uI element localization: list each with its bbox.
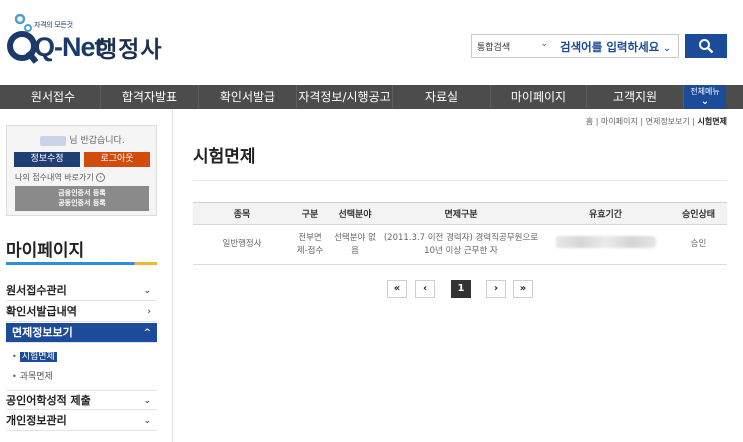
cell-category: 전부면제-접수 bbox=[291, 224, 329, 265]
logo-tagline: 자격의 모든것 bbox=[34, 21, 73, 29]
prev-page-button[interactable]: ‹ bbox=[415, 280, 435, 298]
column-header: 구분 bbox=[291, 202, 329, 225]
global-nav: 원서접수 합격자발표 확인서발급 자격정보/시행공고 자료실 마이페이지 고객지… bbox=[0, 85, 743, 109]
page-button-current[interactable]: 1 bbox=[451, 280, 471, 298]
table-header-row: 종목 구분 선택분야 면제구분 유효기간 승인상태 bbox=[193, 202, 727, 225]
chevron-down-icon: ⌄ bbox=[143, 416, 151, 426]
chevron-down-icon: ⌄ bbox=[663, 44, 671, 54]
search-placeholder: 검색어를 입력하세요 bbox=[560, 40, 660, 54]
page-title: 시험면제 bbox=[193, 147, 256, 167]
sidebar-item-personal-info[interactable]: 개인정보관리 ⌄ bbox=[6, 411, 157, 431]
cell-field: 선택분야 없음 bbox=[329, 224, 381, 265]
greeting-text: 님 반갑습니다. bbox=[69, 136, 125, 146]
cell-validity-redacted bbox=[541, 224, 670, 265]
chevron-down-icon: ⌄ bbox=[143, 396, 151, 406]
next-page-button[interactable]: › bbox=[486, 280, 506, 298]
search-box: 통합검색 ⌄ 검색어를 입력하세요 ⌄ bbox=[471, 34, 679, 58]
site-title: 행정사 bbox=[96, 37, 163, 63]
gnb-item-apply[interactable]: 원서접수 bbox=[6, 85, 101, 109]
shortcut-label: 나의 접수내역 바로가기 bbox=[15, 173, 94, 182]
column-header: 선택분야 bbox=[329, 202, 381, 225]
logout-button[interactable]: 로그아웃 bbox=[84, 152, 150, 167]
header: 자격의 모든것 Q-Net 행정사 통합검색 ⌄ 검색어를 입력하세요 ⌄ bbox=[0, 0, 743, 85]
cell-status: 승인 bbox=[670, 224, 727, 265]
search-category-label: 통합검색 bbox=[477, 43, 511, 53]
column-header: 종목 bbox=[193, 202, 291, 225]
sidebar-subitem-exam-exemption[interactable]: • 시험면제 bbox=[12, 349, 57, 362]
gnb-item-qualification-info[interactable]: 자격정보/시행공고 bbox=[297, 85, 393, 109]
column-header: 면제구분 bbox=[381, 202, 541, 225]
sidebar-item-label: 확인서발급내역 bbox=[6, 305, 77, 318]
sidebar-item-certificate-history[interactable]: 확인서발급내역 › bbox=[6, 302, 157, 322]
sidebar-item-label: 공인어학성적 제출 bbox=[6, 394, 91, 407]
exemption-table: 종목 구분 선택분야 면제구분 유효기간 승인상태 일반행정사 전부면제-접수 … bbox=[193, 202, 727, 265]
bullet-icon: • bbox=[12, 372, 17, 381]
all-menu-button[interactable]: 전체메뉴 ⌄ bbox=[684, 85, 726, 109]
arrow-right-circle-icon: › bbox=[96, 173, 106, 182]
chevron-right-icon: › bbox=[147, 307, 151, 317]
sidebar-item-label: 원서접수관리 bbox=[6, 284, 67, 297]
cell-type: 일반행정사 bbox=[193, 224, 291, 265]
application-history-link[interactable]: 나의 접수내역 바로가기 › bbox=[15, 172, 106, 183]
sidebar-item-label: 개인정보관리 bbox=[6, 414, 67, 427]
sidebar-title: 마이페이지 bbox=[6, 241, 85, 261]
certificate-register-button[interactable]: 금융인증서 등록 공동인증서 등록 bbox=[15, 186, 149, 211]
login-box: 님 반갑습니다. 정보수정 로그아웃 나의 접수내역 바로가기 › 금융인증서 … bbox=[6, 125, 157, 216]
greeting: 님 반갑습니다. bbox=[7, 133, 158, 146]
edit-info-button[interactable]: 정보수정 bbox=[14, 152, 80, 167]
divider bbox=[193, 180, 727, 181]
breadcrumb-home[interactable]: 홈 bbox=[586, 117, 593, 126]
table-row: 일반행정사 전부면제-접수 선택분야 없음 (2011.3.7 이전 경력자) … bbox=[193, 224, 727, 265]
first-page-button[interactable]: « bbox=[387, 280, 407, 298]
cell-exemption: (2011.3.7 이전 경력자) 경력직공무원으로 10년 이상 근무한 자 bbox=[381, 224, 541, 265]
column-header: 유효기간 bbox=[541, 202, 670, 225]
sidebar-subitem-subject-exemption[interactable]: • 과목면제 bbox=[12, 369, 53, 382]
chevron-down-icon: ⌄ bbox=[143, 286, 151, 296]
gnb-item-certificate[interactable]: 확인서발급 bbox=[199, 85, 297, 109]
sidebar-item-label: 면제정보보기 bbox=[12, 326, 73, 339]
last-page-button[interactable]: » bbox=[513, 280, 533, 298]
search-category-select[interactable]: 통합검색 ⌄ bbox=[472, 35, 556, 57]
sidebar-item-exemption[interactable]: 면제정보보기 ^ bbox=[6, 323, 157, 343]
chevron-up-icon: ^ bbox=[143, 328, 151, 338]
gnb-item-support[interactable]: 고객지원 bbox=[587, 85, 684, 109]
subitem-label: 시험면제 bbox=[19, 352, 57, 362]
breadcrumb-current: 시험면제 bbox=[697, 117, 727, 126]
breadcrumb-exemption[interactable]: 면제정보보기 bbox=[646, 117, 690, 126]
sidebar: 님 반갑습니다. 정보수정 로그아웃 나의 접수내역 바로가기 › 금융인증서 … bbox=[0, 109, 173, 442]
column-header: 승인상태 bbox=[670, 202, 727, 225]
chevron-down-icon: ⌄ bbox=[540, 39, 548, 49]
sidebar-item-language-score[interactable]: 공인어학성적 제출 ⌄ bbox=[6, 390, 157, 410]
cert-line-2: 공동인증서 등록 bbox=[58, 199, 106, 207]
search-input[interactable]: 검색어를 입력하세요 ⌄ bbox=[558, 35, 678, 57]
gnb-item-results[interactable]: 합격자발표 bbox=[101, 85, 199, 109]
search-button[interactable] bbox=[685, 34, 727, 58]
bullet-icon: • bbox=[12, 352, 17, 361]
redacted-value bbox=[555, 236, 656, 248]
user-name-redacted bbox=[40, 135, 67, 146]
breadcrumb: 홈 | 마이페이지 | 면제정보보기 | 시험면제 bbox=[585, 117, 727, 126]
title-underline bbox=[6, 262, 157, 265]
sidebar-item-application[interactable]: 원서접수관리 ⌄ bbox=[6, 281, 157, 301]
breadcrumb-mypage[interactable]: 마이페이지 bbox=[601, 117, 638, 126]
gnb-item-mypage[interactable]: 마이페이지 bbox=[491, 85, 587, 109]
subitem-label: 과목면제 bbox=[19, 372, 53, 382]
cert-line-1: 금융인증서 등록 bbox=[58, 189, 106, 197]
logo-text: Q-Net bbox=[34, 32, 103, 62]
chevron-down-icon: ⌄ bbox=[700, 96, 710, 107]
gnb-item-resources[interactable]: 자료실 bbox=[393, 85, 491, 109]
search-icon bbox=[699, 39, 714, 54]
